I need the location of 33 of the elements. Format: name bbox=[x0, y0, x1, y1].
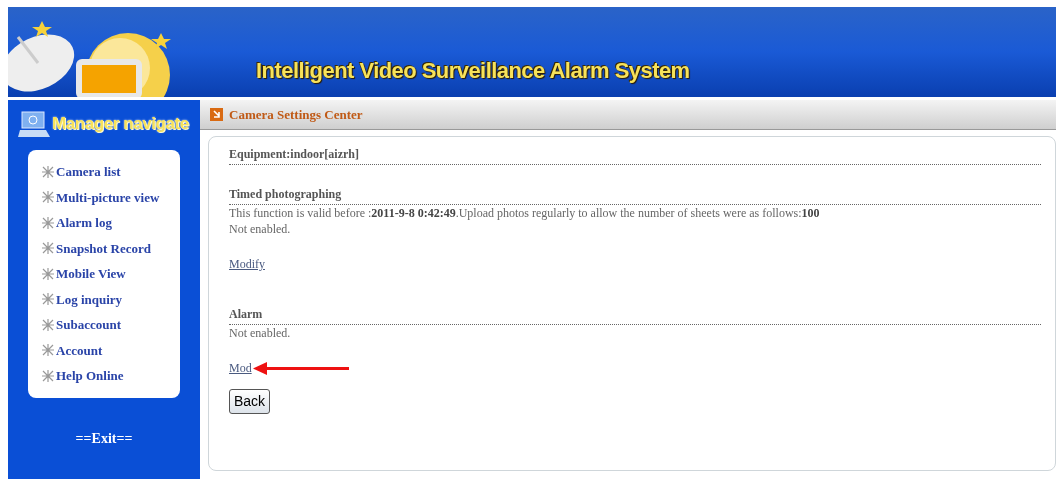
sparkle-icon bbox=[42, 318, 54, 331]
sparkle-icon bbox=[42, 242, 54, 255]
section-heading: Alarm bbox=[229, 305, 1041, 325]
exit-link[interactable]: ==Exit== bbox=[75, 427, 133, 449]
laptop-icon bbox=[18, 110, 50, 138]
arrow-box-icon bbox=[210, 108, 223, 121]
section-heading: Equipment:indoor[aizrh] bbox=[229, 145, 1041, 165]
sparkle-icon bbox=[42, 191, 54, 204]
section-heading: Timed photographing bbox=[229, 185, 1041, 205]
nav-item[interactable]: Snapshot Record bbox=[42, 238, 180, 258]
sparkle-icon bbox=[42, 293, 54, 306]
sparkle-icon bbox=[42, 165, 54, 178]
nav-item[interactable]: Mobile View bbox=[42, 264, 180, 284]
modify-link[interactable]: Mod bbox=[229, 359, 252, 377]
nav-item[interactable]: Subaccount bbox=[42, 315, 180, 335]
nav-item[interactable]: Multi-picture view bbox=[42, 187, 180, 207]
app-title: Intelligent Video Surveillance Alarm System bbox=[256, 57, 690, 85]
sidebar-heading: Manager navigate bbox=[52, 113, 189, 136]
panel-title: Camera Settings Center bbox=[229, 105, 363, 124]
sparkle-icon bbox=[42, 267, 54, 280]
nav-item[interactable]: Account bbox=[42, 340, 180, 360]
nav-item[interactable]: Help Online bbox=[42, 366, 180, 386]
sparkle-icon bbox=[42, 344, 54, 357]
info-text: Not enabled. bbox=[229, 325, 292, 341]
nav-item[interactable]: Alarm log bbox=[42, 213, 180, 233]
back-button[interactable]: Back bbox=[229, 389, 271, 414]
nav-item[interactable]: Camera list bbox=[42, 162, 180, 182]
nav-item[interactable]: Log inquiry bbox=[42, 289, 180, 309]
info-text: This function is valid before :2011-9-8 0:42:49.Upload photos regularly to allow the number of sheets were as follows:100 bbox=[229, 205, 821, 221]
info-text: Not enabled. bbox=[229, 221, 292, 237]
sparkle-icon bbox=[42, 216, 54, 229]
modify-link[interactable]: Modify bbox=[229, 255, 265, 273]
sparkle-icon bbox=[42, 369, 54, 382]
